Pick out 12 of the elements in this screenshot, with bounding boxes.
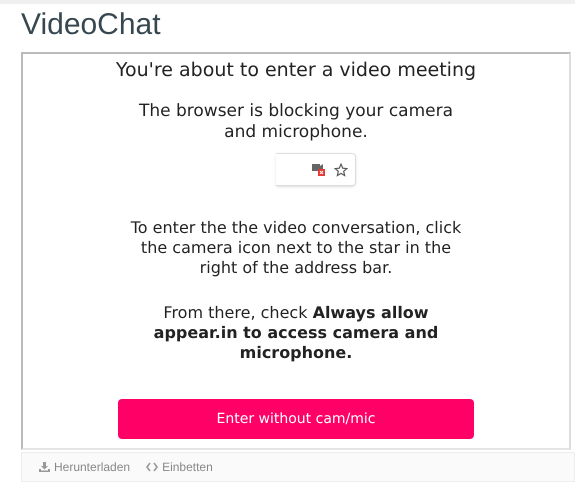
star-icon — [334, 162, 348, 176]
meeting-heading: You're about to enter a video meeting — [116, 58, 476, 83]
code-icon — [146, 462, 158, 472]
allow-hint-text: From there, check Always allow appear.in to access camera and microphone. — [152, 303, 440, 363]
blocked-camera-icon — [312, 163, 326, 176]
footer-link[interactable]: Einbetten — [146, 458, 213, 476]
enter-button[interactable]: Enter without cam/mic — [118, 399, 474, 439]
footer-link[interactable]: Herunterladen — [39, 458, 130, 476]
blocked-message: The browser is blocking your camera and microphone. — [138, 101, 454, 143]
page-title: VideoChat — [21, 7, 161, 43]
instructions-text: To enter the the video conversation, click the camera icon next to the star in the right of the address bar. — [130, 218, 462, 278]
download-icon — [39, 462, 50, 472]
